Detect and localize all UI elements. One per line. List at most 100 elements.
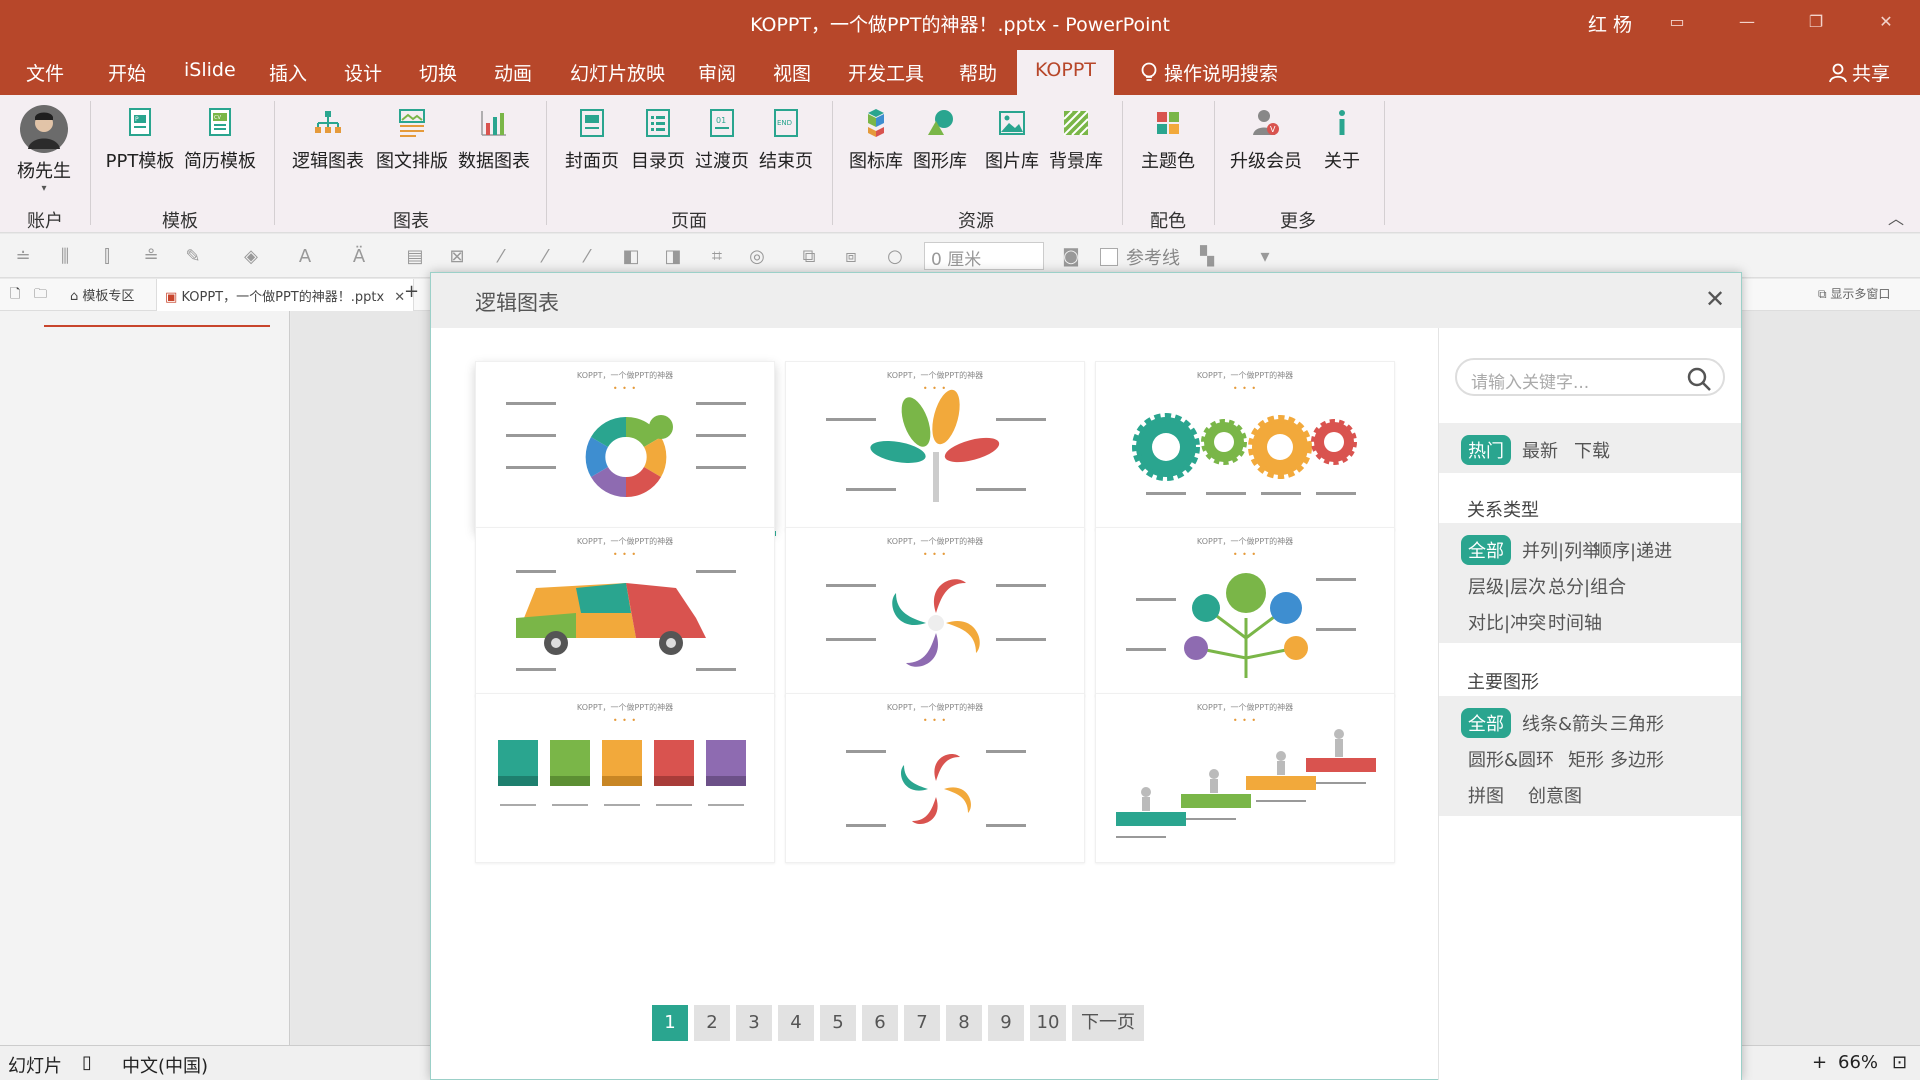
- resume-template-button[interactable]: CV 简历模板: [184, 105, 256, 173]
- sort-tag-latest[interactable]: 最新: [1515, 435, 1565, 465]
- folder-icon[interactable]: 🗀: [34, 285, 47, 307]
- page-button[interactable]: 8: [946, 1005, 982, 1041]
- eyedropper-line-icon[interactable]: ⁄: [576, 246, 598, 268]
- about-button[interactable]: 关于: [1316, 105, 1368, 173]
- page-button[interactable]: 3: [736, 1005, 772, 1041]
- camera-icon[interactable]: ◙: [1060, 246, 1082, 268]
- dialog-close-icon[interactable]: ✕: [1701, 285, 1729, 313]
- shape-tag[interactable]: 创意图: [1521, 780, 1589, 810]
- multi-window-button[interactable]: ⧉ 显示多窗口: [1818, 285, 1890, 302]
- template-card[interactable]: KOPPT，一个做PPT的神器 • • •: [785, 527, 1085, 697]
- tab-file[interactable]: 文件: [26, 59, 64, 86]
- toc-page-button[interactable]: 目录页: [628, 105, 688, 173]
- background-library-button[interactable]: 背景库: [1048, 105, 1104, 173]
- relation-tag[interactable]: 顺序|递进: [1587, 535, 1679, 565]
- size-input[interactable]: 0 厘米: [924, 242, 1044, 270]
- user-name[interactable]: 红 杨: [1588, 10, 1632, 37]
- color-swatch-icon[interactable]: ▚: [1196, 246, 1218, 268]
- relation-tag[interactable]: 全部: [1461, 535, 1511, 565]
- relation-tag[interactable]: 时间轴: [1541, 607, 1609, 637]
- more-tools-icon[interactable]: ▾: [1254, 246, 1276, 268]
- page-button[interactable]: 7: [904, 1005, 940, 1041]
- page-button[interactable]: 1: [652, 1005, 688, 1041]
- template-card[interactable]: KOPPT，一个做PPT的神器 • • •: [475, 527, 775, 697]
- data-chart-button[interactable]: 数据图表: [456, 105, 532, 173]
- page-button[interactable]: 2: [694, 1005, 730, 1041]
- layer-back-icon[interactable]: ◨: [662, 246, 684, 268]
- tab-home[interactable]: 开始: [108, 59, 146, 86]
- fit-window-icon[interactable]: ⊡: [1892, 1052, 1907, 1073]
- shape-tag[interactable]: 线条&箭头: [1515, 708, 1615, 738]
- theme-color-button[interactable]: 主题色: [1138, 105, 1198, 173]
- minimize-icon[interactable]: —: [1727, 8, 1767, 36]
- keyword-search-input[interactable]: 请输入关键字...: [1455, 358, 1725, 396]
- text-effect-icon[interactable]: Ä: [348, 246, 370, 268]
- page-button[interactable]: 9: [988, 1005, 1024, 1041]
- end-page-button[interactable]: END 结束页: [756, 105, 816, 173]
- align-middle-icon[interactable]: ⫼: [54, 246, 76, 268]
- notes-icon[interactable]: ▯: [82, 1052, 92, 1073]
- align-bottom-icon[interactable]: ≗: [140, 246, 162, 268]
- template-card[interactable]: KOPPT，一个做PPT的神器 • • •: [475, 693, 775, 863]
- account-button[interactable]: 杨先生 ▾: [14, 105, 74, 194]
- zoom-in-icon[interactable]: +: [1812, 1052, 1827, 1073]
- delete-box-icon[interactable]: ⊠: [446, 246, 468, 268]
- sort-tag-download[interactable]: 下载: [1567, 435, 1617, 465]
- collapse-ribbon-icon[interactable]: ︿: [1888, 205, 1904, 229]
- page-button[interactable]: 10: [1030, 1005, 1066, 1041]
- image-layout-button[interactable]: 图文排版: [374, 105, 450, 173]
- tab-design[interactable]: 设计: [344, 59, 382, 86]
- relation-tag[interactable]: 层级|层次: [1461, 571, 1553, 601]
- dropdown-arrow-icon[interactable]: ▾: [14, 183, 74, 194]
- guide-checkbox[interactable]: [1100, 248, 1118, 266]
- tab-current-file[interactable]: ▣ KOPPT，一个做PPT的神器！.pptx ✕: [156, 279, 415, 311]
- page-button[interactable]: 4: [778, 1005, 814, 1041]
- tab-view[interactable]: 视图: [773, 59, 811, 86]
- add-tab-icon[interactable]: +: [404, 281, 419, 302]
- shape-tag[interactable]: 拼图: [1461, 780, 1511, 810]
- distribute-icon[interactable]: ⫿: [96, 246, 118, 268]
- tab-koppt[interactable]: KOPPT: [1017, 50, 1114, 95]
- page-button[interactable]: 6: [862, 1005, 898, 1041]
- relation-tag[interactable]: 对比|冲突: [1461, 607, 1553, 637]
- transition-page-button[interactable]: 01 过渡页: [692, 105, 752, 173]
- tab-review[interactable]: 审阅: [698, 59, 736, 86]
- align-top-icon[interactable]: ≐: [12, 246, 34, 268]
- restore-icon[interactable]: ❐: [1796, 8, 1836, 36]
- template-card[interactable]: KOPPT，一个做PPT的神器 • • •: [785, 693, 1085, 863]
- shape-library-button[interactable]: 图形库: [912, 105, 968, 173]
- circle-icon[interactable]: ○: [884, 246, 906, 268]
- font-color-icon[interactable]: A: [294, 246, 316, 268]
- group-icon[interactable]: ⧉: [798, 246, 820, 268]
- ppt-template-button[interactable]: P PPT模板: [104, 105, 176, 173]
- tab-developer[interactable]: 开发工具: [848, 59, 924, 86]
- tab-insert[interactable]: 插入: [269, 59, 307, 86]
- template-card[interactable]: KOPPT，一个做PPT的神器 • • •: [785, 361, 1085, 531]
- eyedropper-fill-icon[interactable]: ⁄: [534, 246, 556, 268]
- tab-animations[interactable]: 动画: [494, 59, 532, 86]
- tab-template-zone[interactable]: ⌂ 模板专区: [70, 285, 134, 304]
- template-card[interactable]: KOPPT，一个做PPT的神器 • • •: [1095, 361, 1395, 531]
- next-page-button[interactable]: 下一页: [1072, 1005, 1144, 1041]
- slide-thumbnails-pane[interactable]: [0, 311, 290, 1045]
- shape-tag[interactable]: 圆形&圆环: [1461, 744, 1561, 774]
- shape-tag[interactable]: 多边形: [1603, 744, 1671, 774]
- layer-icon[interactable]: ◧: [620, 246, 642, 268]
- shape-tag[interactable]: 三角形: [1603, 708, 1671, 738]
- share-button[interactable]: 共享: [1828, 59, 1890, 86]
- template-card[interactable]: KOPPT，一个做PPT的神器 • • •: [1095, 693, 1395, 863]
- tab-help[interactable]: 帮助: [959, 59, 997, 86]
- tab-islide[interactable]: iSlide: [184, 59, 236, 81]
- search-icon[interactable]: [1685, 365, 1713, 393]
- upgrade-vip-button[interactable]: V 升级会员: [1228, 105, 1304, 173]
- page-button[interactable]: 5: [820, 1005, 856, 1041]
- ungroup-icon[interactable]: ⧈: [840, 246, 862, 268]
- relation-tag[interactable]: 总分|组合: [1541, 571, 1633, 601]
- shape-merge-icon[interactable]: ◎: [746, 246, 768, 268]
- template-card[interactable]: KOPPT，一个做PPT的神器 • • •: [475, 361, 776, 536]
- close-icon[interactable]: ✕: [1866, 8, 1906, 36]
- tell-me-search[interactable]: 操作说明搜索: [1140, 59, 1278, 86]
- textbox-icon[interactable]: ▤: [404, 246, 426, 268]
- crop-icon[interactable]: ⌗: [706, 246, 728, 268]
- zoom-level[interactable]: 66%: [1838, 1052, 1878, 1073]
